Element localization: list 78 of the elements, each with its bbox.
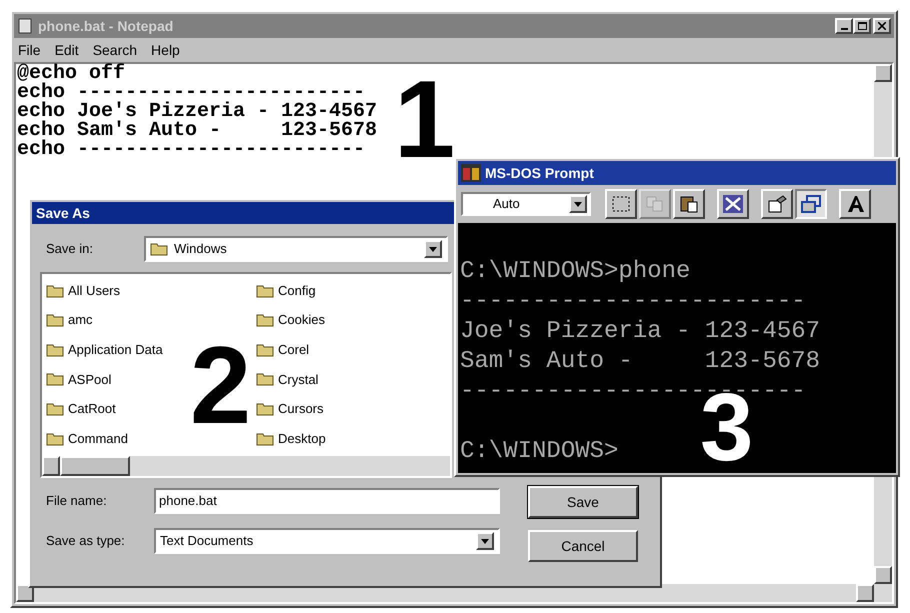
down-arrow-icon (429, 246, 437, 252)
file-type-dropdown[interactable]: Text Documents (154, 528, 500, 554)
scroll-up-button[interactable] (874, 64, 892, 82)
folder-name[interactable]: Config (278, 280, 316, 300)
folder-name[interactable]: Application Data (68, 340, 163, 360)
windows-icon (801, 195, 821, 213)
folder-dropdown[interactable]: Windows (144, 236, 448, 262)
dropdown-value: Text Documents (160, 532, 254, 550)
folder-icon (256, 284, 274, 298)
terminal-line: Sam's Auto - 123-5678 (460, 347, 820, 377)
file-name-field[interactable]: phone.bat (154, 488, 500, 514)
terminal-line: C:\WINDOWS>phone (460, 257, 690, 287)
folder-icon (256, 372, 274, 386)
dialog-button[interactable]: Cancel (528, 530, 638, 562)
folder-icon (46, 402, 64, 416)
minimize-button[interactable] (835, 18, 853, 34)
folder-icon (46, 372, 64, 386)
dotted-rectangle-icon (611, 195, 631, 213)
window-title: phone.bat - Notepad (38, 16, 174, 36)
expand-arrows-icon (723, 195, 743, 213)
ms-dos-icon (461, 164, 481, 182)
terminal-line: Joe's Pizzeria - 123-4567 (460, 317, 820, 347)
dialog-title: Save As (36, 204, 90, 222)
close-icon (878, 22, 886, 30)
terminal-line: ------------------------ (460, 287, 806, 317)
text-line: echo Joe's Pizzeria - 123-4567 (17, 102, 378, 121)
horizontal-scrollbar[interactable] (42, 456, 450, 476)
folder-name[interactable]: Cookies (278, 310, 325, 330)
folder-name[interactable]: All Users (68, 280, 120, 300)
letter-a-icon (845, 195, 865, 213)
down-arrow-icon (481, 538, 489, 544)
menu-item[interactable]: Edit (54, 40, 79, 60)
dropdown-button[interactable] (569, 195, 587, 213)
folder-name[interactable]: amc (68, 310, 93, 330)
callout-number: 1 (394, 70, 456, 170)
folder-name[interactable]: CatRoot (68, 399, 116, 419)
folder-name[interactable]: Cursors (278, 399, 324, 419)
dropdown-button[interactable] (424, 240, 442, 258)
folder-icon (256, 313, 274, 328)
field-label: Save as type: (46, 532, 126, 550)
notepad-icon (17, 18, 33, 34)
dialog-button[interactable]: Save (528, 486, 638, 518)
folder-icon (46, 342, 64, 357)
folder-name[interactable]: Crystal (278, 370, 318, 390)
menu-item[interactable]: Search (92, 40, 138, 60)
dropdown-value: Auto (493, 195, 521, 214)
window-title: MS-DOS Prompt (485, 164, 594, 183)
text-line: echo ------------------------ (17, 83, 366, 102)
menu-item[interactable]: Help (151, 40, 180, 60)
copy-icon (645, 195, 665, 213)
callout-number: 2 (190, 336, 252, 436)
dropdown-button[interactable] (476, 532, 494, 550)
maximize-button[interactable] (853, 18, 871, 34)
folder-icon (46, 284, 64, 298)
scroll-down-button[interactable] (874, 566, 892, 584)
folder-name[interactable]: ASPool (68, 370, 112, 390)
folder-icon (46, 432, 64, 446)
text-line: @echo off (17, 64, 126, 83)
terminal-prompt: C:\WINDOWS> (460, 437, 618, 467)
folder-icon (46, 313, 64, 328)
toolbar-button[interactable] (795, 189, 827, 219)
text-line: echo Sam's Auto - 123-5678 (17, 121, 378, 140)
down-arrow-icon (574, 202, 582, 206)
folder-name[interactable]: Corel (278, 340, 310, 360)
close-button[interactable] (873, 18, 891, 34)
text-line: echo ------------------------ (17, 140, 366, 159)
menu-item[interactable]: File (18, 40, 41, 60)
folder-icon (256, 342, 274, 357)
folder-icon (150, 242, 168, 256)
folder-icon (256, 402, 274, 416)
dropdown-value: Windows (174, 240, 228, 258)
clipboard-icon (679, 195, 699, 213)
font-size-dropdown[interactable]: Auto (461, 192, 591, 216)
folder-icon (256, 432, 274, 446)
field-label: File name: (46, 492, 108, 510)
folder-name[interactable]: Command (68, 429, 128, 449)
field-label: Save in: (46, 240, 94, 258)
folder-name[interactable]: Desktop (278, 429, 326, 449)
